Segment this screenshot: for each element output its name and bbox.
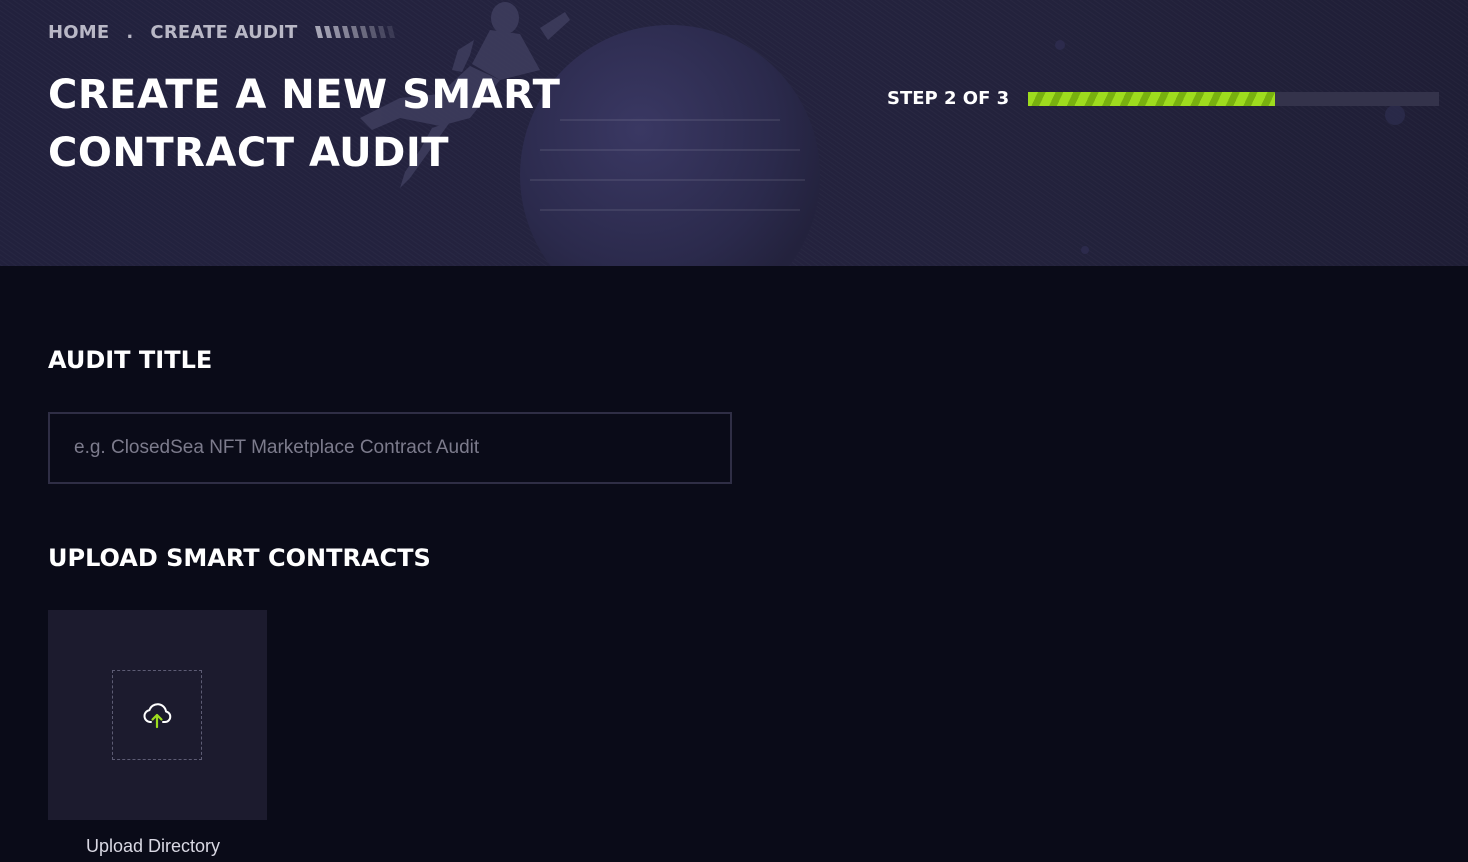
step-indicator-label: STEP 2 OF 3 — [887, 88, 1010, 109]
page-title: CREATE A NEW SMART CONTRACT AUDIT — [48, 72, 561, 176]
decorative-stripes — [315, 26, 396, 38]
breadcrumb-separator: . — [126, 21, 134, 43]
audit-title-heading: AUDIT TITLE — [48, 346, 213, 374]
upload-dropzone[interactable] — [112, 670, 202, 760]
step-progress-bar — [1028, 92, 1439, 106]
hero-banner: HOME . CREATE AUDIT CREATE A NEW SMART C… — [0, 0, 1468, 266]
breadcrumb: HOME . CREATE AUDIT — [48, 20, 401, 44]
step-progress-fill — [1028, 92, 1275, 106]
audit-title-input[interactable] — [48, 412, 732, 484]
upload-directory-tile[interactable] — [48, 610, 267, 820]
breadcrumb-home-link[interactable]: HOME — [48, 22, 109, 43]
cloud-upload-icon — [143, 703, 172, 729]
upload-contracts-heading: UPLOAD SMART CONTRACTS — [48, 544, 431, 572]
upload-directory-label: Upload Directory — [85, 836, 221, 856]
breadcrumb-current: CREATE AUDIT — [150, 21, 298, 43]
